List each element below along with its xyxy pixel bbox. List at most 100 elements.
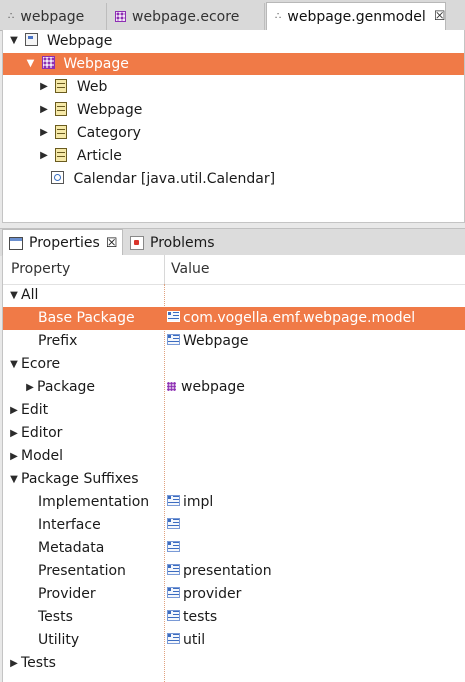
row-value[interactable]: provider — [183, 586, 241, 602]
table-row[interactable]: Prefix Webpage — [3, 330, 465, 353]
row-label: Package — [37, 379, 96, 395]
expanded-arrow-icon[interactable]: ▼ — [7, 30, 21, 52]
expanded-arrow-icon[interactable]: ▼ — [7, 353, 21, 376]
column-header-value[interactable]: Value — [171, 261, 209, 277]
row-label: Editor — [21, 425, 63, 441]
attribute-icon — [167, 587, 180, 598]
expanded-arrow-icon[interactable]: ▼ — [7, 468, 21, 491]
row-value[interactable]: Webpage — [183, 333, 249, 349]
row-label: Prefix — [38, 333, 78, 349]
row-label: Package Suffixes — [21, 471, 139, 487]
attribute-icon — [167, 518, 180, 529]
collapsed-arrow-icon[interactable]: ▶ — [7, 652, 21, 675]
tree-root[interactable]: ▼ Webpage — [7, 30, 112, 52]
tab-label: Properties — [29, 235, 100, 251]
row-label: Base Package — [38, 310, 135, 326]
tab-label: webpage.genmodel — [287, 8, 426, 25]
tree-class-web[interactable]: ▶ Web — [37, 76, 107, 98]
collapsed-arrow-icon[interactable]: ▶ — [37, 122, 51, 144]
table-row[interactable]: Metadata — [3, 537, 465, 560]
table-row[interactable]: Implementation impl — [3, 491, 465, 514]
close-icon[interactable]: ☒ — [106, 236, 118, 251]
table-row[interactable]: ▼ Package Suffixes — [3, 468, 465, 491]
attribute-icon — [167, 311, 180, 322]
attribute-icon — [167, 541, 180, 552]
tab-webpage-genmodel[interactable]: ∴ webpage.genmodel ☒ — [266, 2, 446, 30]
eclass-icon — [55, 102, 68, 116]
tree-package-label: Webpage — [63, 56, 129, 72]
column-divider[interactable] — [164, 255, 165, 284]
eclass-icon — [55, 79, 68, 93]
table-row[interactable]: Provider provider — [3, 583, 465, 606]
tab-problems[interactable]: Problems — [124, 229, 224, 256]
attribute-icon — [167, 633, 180, 644]
row-label: Implementation — [38, 494, 150, 510]
ecore-icon — [115, 11, 126, 22]
edatatype-icon — [51, 171, 64, 184]
column-header-property[interactable]: Property — [11, 261, 70, 277]
row-value[interactable]: presentation — [183, 563, 272, 579]
row-label: Metadata — [38, 540, 105, 556]
collapsed-arrow-icon[interactable]: ▶ — [7, 399, 21, 422]
tree-class-label: Web — [76, 79, 108, 95]
expanded-arrow-icon[interactable]: ▼ — [23, 53, 37, 75]
tab-label: Problems — [150, 234, 215, 251]
tree-datatype-calendar[interactable]: Calendar [java.util.Calendar] — [51, 168, 275, 190]
genmodel-icon: ∴ — [8, 11, 15, 22]
row-label: Model — [21, 448, 64, 464]
row-value[interactable]: com.vogella.emf.webpage.model — [183, 310, 415, 326]
eclass-icon — [55, 125, 68, 139]
editor-tab-bar: ∴ webpage webpage.ecore ∴ webpage.genmod… — [0, 0, 465, 31]
table-row[interactable]: ▶ Package webpage — [3, 376, 465, 399]
row-label: Interface — [38, 517, 101, 533]
table-row[interactable]: ▶ Edit — [3, 399, 465, 422]
tab-properties[interactable]: Properties ☒ — [2, 229, 123, 256]
row-label: Provider — [38, 586, 96, 602]
row-label: Presentation — [38, 563, 126, 579]
table-header: Property Value — [3, 255, 465, 285]
expanded-arrow-icon[interactable]: ▼ — [7, 284, 21, 307]
row-label: Ecore — [21, 356, 61, 372]
tab-label: webpage.ecore — [132, 8, 240, 25]
table-row[interactable]: Interface — [3, 514, 465, 537]
collapsed-arrow-icon[interactable]: ▶ — [37, 99, 51, 121]
close-icon[interactable]: ☒ — [434, 9, 446, 24]
row-value[interactable]: util — [183, 632, 205, 648]
genmodel-tree: ▼ Webpage ▼ Webpage ▶ Web ▶ Webpage ▶ Ca… — [2, 30, 465, 223]
attribute-icon — [167, 564, 180, 575]
problems-icon — [130, 235, 144, 250]
tree-class-webpage[interactable]: ▶ Webpage — [37, 99, 142, 121]
tree-class-label: Article — [76, 148, 122, 164]
attribute-icon — [167, 334, 180, 345]
row-label: Tests — [38, 609, 73, 625]
tree-datatype-label: Calendar [java.util.Calendar] — [73, 171, 276, 187]
collapsed-arrow-icon[interactable]: ▶ — [23, 376, 37, 399]
table-row[interactable]: ▼ Ecore — [3, 353, 465, 376]
row-label: Edit — [21, 402, 49, 418]
collapsed-arrow-icon[interactable]: ▶ — [7, 445, 21, 468]
attribute-icon — [167, 610, 180, 621]
table-row[interactable]: ▶ Editor — [3, 422, 465, 445]
view-tab-bar: Properties ☒ Problems — [0, 228, 465, 256]
table-row-selected[interactable]: Base Package com.vogella.emf.webpage.mod… — [3, 307, 465, 330]
eclass-icon — [55, 148, 68, 162]
properties-icon — [9, 236, 23, 250]
table-row[interactable]: Tests tests — [3, 606, 465, 629]
table-row[interactable]: Utility util — [3, 629, 465, 652]
row-value[interactable]: impl — [183, 494, 213, 510]
collapsed-arrow-icon[interactable]: ▶ — [7, 422, 21, 445]
tab-webpage[interactable]: ∴ webpage — [0, 3, 107, 30]
table-row[interactable]: ▶ Model — [3, 445, 465, 468]
tree-class-article[interactable]: ▶ Article — [37, 145, 122, 167]
table-row[interactable]: Presentation presentation — [3, 560, 465, 583]
tab-webpage-ecore[interactable]: webpage.ecore — [107, 3, 265, 30]
row-value[interactable]: tests — [183, 609, 217, 625]
tree-class-label: Category — [76, 125, 141, 141]
row-value[interactable]: webpage — [181, 379, 245, 395]
table-row[interactable]: ▼ All — [3, 284, 465, 307]
collapsed-arrow-icon[interactable]: ▶ — [37, 76, 51, 98]
collapsed-arrow-icon[interactable]: ▶ — [37, 145, 51, 167]
tree-package-selected[interactable]: ▼ Webpage — [3, 53, 464, 75]
table-row[interactable]: ▶ Tests — [3, 652, 465, 675]
tree-class-category[interactable]: ▶ Category — [37, 122, 141, 144]
